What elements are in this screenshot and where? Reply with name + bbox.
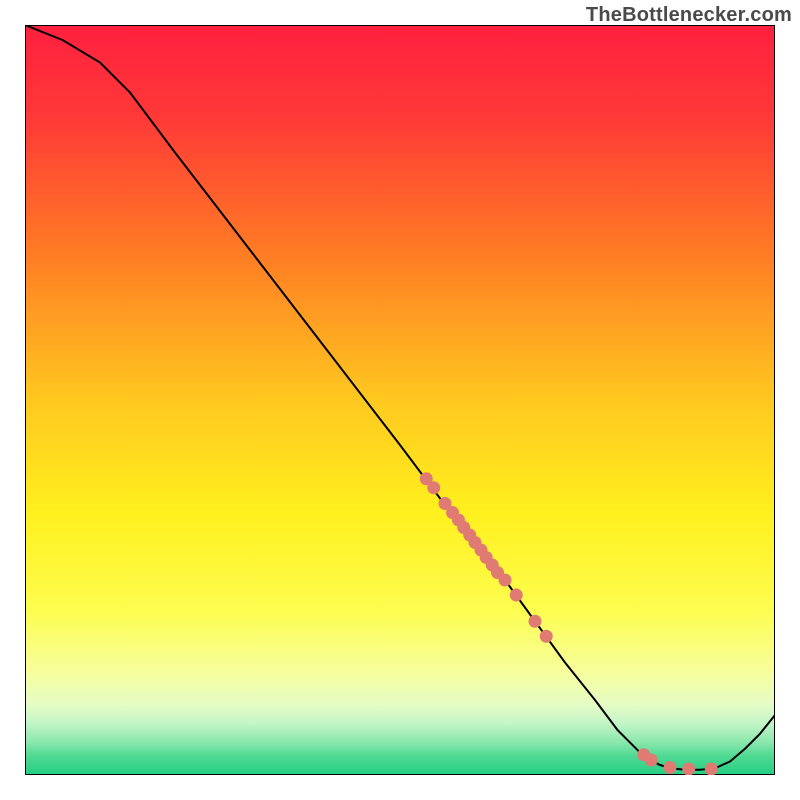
data-marker: [705, 763, 718, 776]
plot-area: [25, 25, 775, 775]
data-marker: [427, 481, 440, 494]
gradient-background: [25, 25, 775, 775]
data-marker: [540, 630, 553, 643]
chart-stage: TheBottlenecker.com: [0, 0, 800, 800]
data-marker: [510, 589, 523, 602]
data-marker: [664, 761, 677, 774]
data-marker: [682, 763, 695, 776]
watermark-text: TheBottlenecker.com: [586, 4, 792, 27]
data-marker: [529, 615, 542, 628]
chart-svg: [25, 25, 775, 775]
data-marker: [645, 754, 658, 767]
data-marker: [499, 574, 512, 587]
